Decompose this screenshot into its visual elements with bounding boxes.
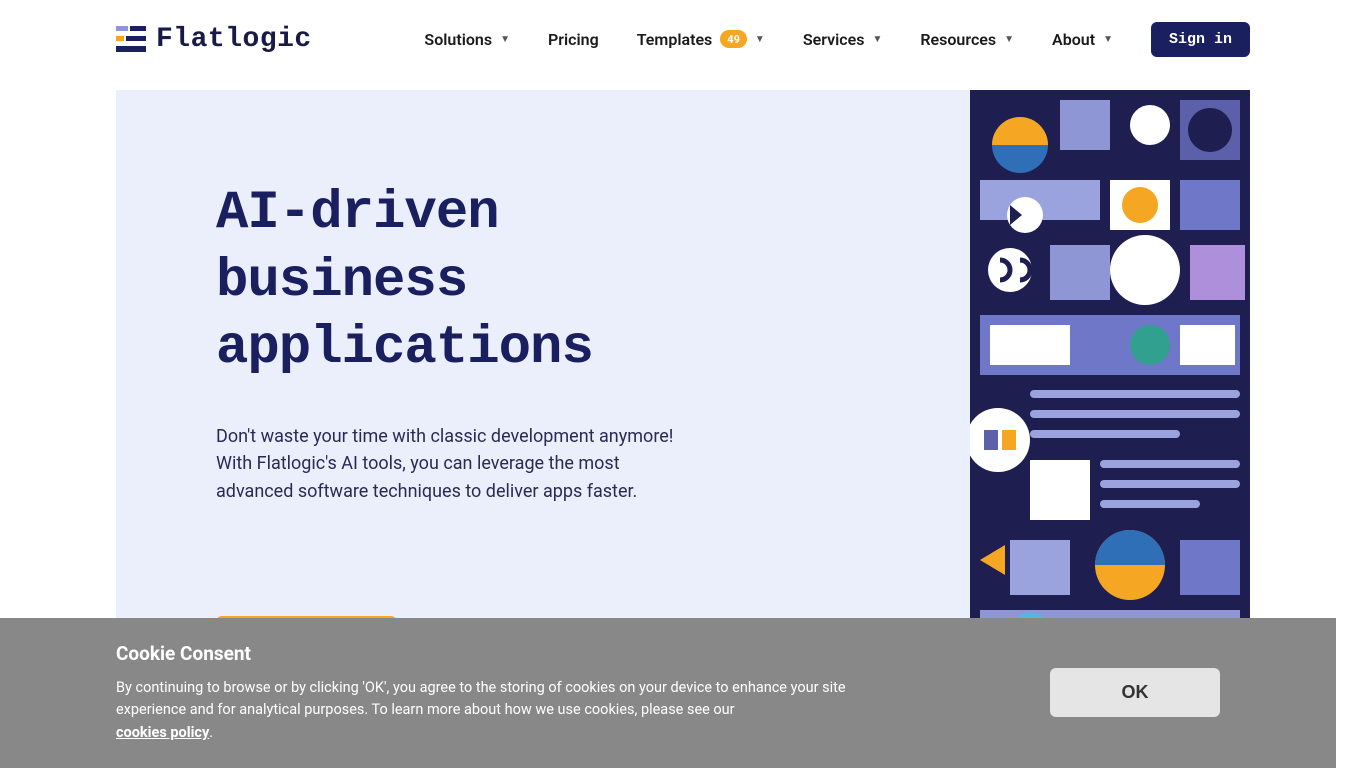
main-nav: Solutions ▼ Pricing Templates 49 ▼ Servi… <box>424 22 1250 57</box>
cookie-body-after: . <box>209 724 213 741</box>
nav-label: Services <box>803 30 865 49</box>
hero-section: AI-driven business applications Don't wa… <box>116 90 1250 662</box>
cookie-body-before: By continuing to browse or by clicking '… <box>116 679 846 718</box>
nav-label: Pricing <box>548 30 599 49</box>
cookie-body: By continuing to browse or by clicking '… <box>116 677 916 744</box>
nav-templates[interactable]: Templates 49 ▼ <box>637 30 765 49</box>
cookie-ok-button[interactable]: OK <box>1050 668 1220 717</box>
cookie-text: Cookie Consent By continuing to browse o… <box>116 642 916 744</box>
brand-name: Flatlogic <box>156 24 312 55</box>
sign-in-button[interactable]: Sign in <box>1151 22 1250 57</box>
nav-services[interactable]: Services ▼ <box>803 30 883 49</box>
nav-label: Templates <box>637 30 713 49</box>
hero-title: AI-driven business applications <box>216 180 756 383</box>
hero-illustration <box>970 90 1250 662</box>
brand-logo-icon <box>116 26 146 52</box>
chevron-down-icon: ▼ <box>755 34 765 45</box>
hero-title-line1: AI-driven business <box>216 183 499 312</box>
chevron-down-icon: ▼ <box>1004 34 1014 45</box>
chevron-down-icon: ▼ <box>500 34 510 45</box>
nav-resources[interactable]: Resources ▼ <box>920 30 1014 49</box>
cookie-consent-banner: Cookie Consent By continuing to browse o… <box>0 618 1336 768</box>
cookie-title: Cookie Consent <box>116 642 916 665</box>
hero-description: Don't waste your time with classic devel… <box>216 423 696 507</box>
nav-label: Solutions <box>424 30 492 49</box>
chevron-down-icon: ▼ <box>1103 34 1113 45</box>
nav-about[interactable]: About ▼ <box>1052 30 1113 49</box>
templates-count-badge: 49 <box>720 30 747 48</box>
hero-title-line2: applications <box>216 318 593 379</box>
nav-label: Resources <box>920 30 996 49</box>
brand-logo[interactable]: Flatlogic <box>116 24 312 55</box>
chevron-down-icon: ▼ <box>872 34 882 45</box>
hero-desc-line2: With Flatlogic's AI tools, you can lever… <box>216 453 637 502</box>
site-header: Flatlogic Solutions ▼ Pricing Templates … <box>0 0 1366 78</box>
hero-content: AI-driven business applications Don't wa… <box>116 90 756 662</box>
nav-pricing[interactable]: Pricing <box>548 30 599 49</box>
nav-solutions[interactable]: Solutions ▼ <box>424 30 510 49</box>
cookies-policy-link[interactable]: cookies policy <box>116 724 209 741</box>
hero-desc-line1: Don't waste your time with classic devel… <box>216 426 673 447</box>
nav-label: About <box>1052 30 1095 49</box>
